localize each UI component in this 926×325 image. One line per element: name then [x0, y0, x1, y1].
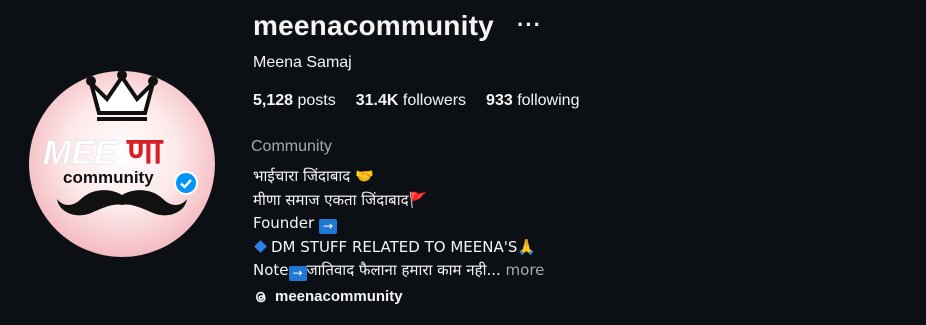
posts-stat: 5,128 posts	[253, 92, 336, 110]
bio-more-link[interactable]: more	[506, 261, 545, 279]
bio-line-2: मीणा समाज एकता जिंदाबाद🚩	[253, 190, 428, 209]
threads-icon	[255, 291, 266, 302]
threads-handle: meenacommunity	[275, 288, 403, 305]
verified-badge-icon	[174, 171, 198, 195]
bio-line-5: Note → जातिवाद फैलाना हमारा काम नही... mor…	[253, 261, 545, 281]
following-count: 933	[486, 92, 513, 109]
profile-stats: 5,128 posts 31.4K followers 933 followin…	[253, 92, 579, 110]
following-label: following	[517, 92, 580, 109]
followers-count: 31.4K	[355, 92, 399, 109]
logo-text-latin: MEE	[43, 134, 118, 172]
profile-username: meenacommunity	[253, 10, 494, 41]
arrow-right-icon: →	[318, 219, 337, 234]
followers-stat[interactable]: 31.4K followers	[356, 92, 466, 110]
logo-subtext: community	[63, 168, 154, 187]
profile-avatar[interactable]: MEE णा community	[29, 71, 215, 257]
posts-label: posts	[297, 92, 336, 109]
bio-line-4: DM STUFF RELATED TO MEENA'S🙏	[253, 236, 544, 260]
mustache-icon	[57, 190, 187, 216]
handshake-icon: 🤝	[355, 167, 374, 185]
arrow-right-icon: →	[288, 266, 307, 281]
avatar-logo: MEE णा community	[43, 71, 187, 216]
blue-diamond-icon	[254, 239, 267, 253]
followers-label: followers	[402, 92, 467, 109]
logo-text-devanagari: णा	[126, 131, 164, 172]
threads-link[interactable]: meenacommunity	[253, 288, 403, 305]
profile-bio: भाईचारा जिंदाबाद 🤝 मीणा समाज एकता जिंदाब…	[253, 165, 544, 283]
profile-full-name: Meena Samaj	[253, 54, 352, 71]
profile-category: Community	[251, 138, 332, 155]
bio-line-3: Founder →	[253, 212, 544, 236]
bio-line-1: भाईचारा जिंदाबाद 🤝	[253, 167, 374, 185]
folded-hands-icon: 🙏	[517, 237, 537, 256]
posts-count: 5,128	[253, 92, 294, 109]
following-stat[interactable]: 933 following	[486, 92, 579, 110]
flag-icon: 🚩	[408, 190, 428, 209]
more-options-icon[interactable]: ···	[517, 12, 542, 38]
crown-icon	[86, 71, 158, 121]
